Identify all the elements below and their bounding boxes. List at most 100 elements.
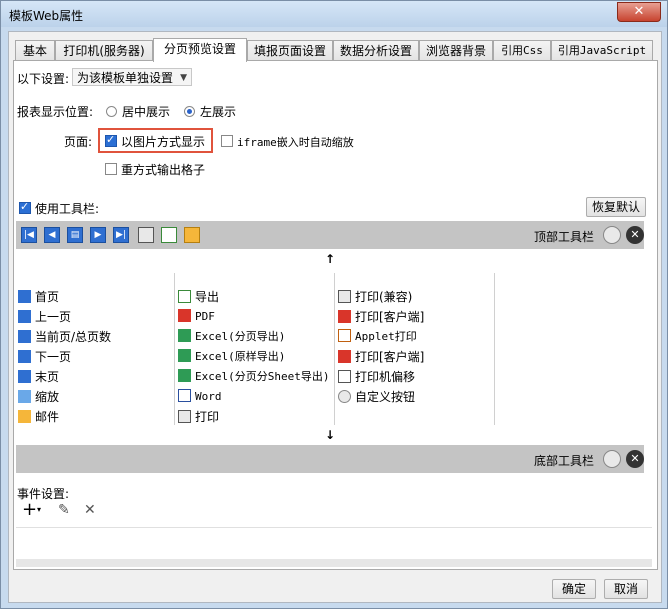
add-menu-caret[interactable]: ▾ <box>37 505 41 514</box>
tab-css[interactable]: 引用Css <box>493 40 551 61</box>
move-up-arrow[interactable]: ↑ <box>16 252 644 266</box>
ok-button[interactable]: 确定 <box>552 579 596 599</box>
pdf-icon <box>178 309 191 322</box>
dialog-body: 基本 打印机(服务器) 分页预览设置 填报页面设置 数据分析设置 浏览器背景 引… <box>8 31 662 603</box>
tab-fill-page[interactable]: 填报页面设置 <box>247 40 333 61</box>
list-item[interactable]: 上一页 <box>18 307 71 327</box>
last-page-icon[interactable]: ▶| <box>113 227 129 243</box>
list-item[interactable]: 打印[客户端] <box>338 347 424 367</box>
print-icon <box>178 410 191 423</box>
edit-event-button[interactable]: ✎ <box>58 502 70 518</box>
list-item[interactable]: 打印 <box>178 407 219 427</box>
excel-icon <box>178 329 191 342</box>
next-page-icon <box>18 350 31 363</box>
pdf-print-icon <box>338 350 351 363</box>
list-item[interactable]: Excel(原样导出) <box>178 347 285 367</box>
java-icon <box>338 329 351 342</box>
tab-panel: 以下设置: 为该模板单独设置 ▼ 报表显示位置: 居中展示 左展示 页面: 以图… <box>13 60 658 570</box>
dialog-window: 模板Web属性 ✕ 基本 打印机(服务器) 分页预览设置 填报页面设置 数据分析… <box>0 0 668 609</box>
iframe-zoom-label: iframe嵌入时自动缩放 <box>237 136 354 149</box>
move-down-arrow[interactable]: ↓ <box>16 428 644 442</box>
bottom-toolbar-label: 底部工具栏 <box>534 454 595 468</box>
list-item[interactable]: 当前页/总页数 <box>18 327 111 347</box>
client-print-icon <box>338 310 351 323</box>
radio-left-label: 左展示 <box>200 105 237 119</box>
horizontal-scrollbar[interactable] <box>16 559 652 567</box>
tab-javascript[interactable]: 引用JavaScript <box>551 40 653 61</box>
list-item[interactable]: 末页 <box>18 367 59 387</box>
radio-center-label: 居中展示 <box>122 105 171 119</box>
tab-printer-server[interactable]: 打印机(服务器) <box>55 40 153 61</box>
tab-browser-background[interactable]: 浏览器背景 <box>419 40 493 61</box>
print-icon[interactable] <box>138 227 154 243</box>
list-item[interactable]: 自定义按钮 <box>338 387 415 407</box>
top-toolbar-label: 顶部工具栏 <box>534 230 595 244</box>
radio-left[interactable] <box>184 106 195 117</box>
list-item[interactable]: Word <box>178 387 222 407</box>
bottom-toolbar: 底部工具栏 ✕ <box>16 445 644 473</box>
first-page-icon[interactable]: |◀ <box>21 227 37 243</box>
prev-page-icon <box>18 310 31 323</box>
tab-page-preview[interactable]: 分页预览设置 <box>153 38 247 62</box>
mail-icon <box>18 410 31 423</box>
grid-output-checkbox[interactable] <box>105 163 117 175</box>
top-toolbar: |◀ ◀ ▤ ▶ ▶| 顶部工具栏 ✕ <box>16 221 644 249</box>
image-mode-label: 以图片方式显示 <box>121 135 206 149</box>
add-event-button[interactable]: + <box>22 499 37 520</box>
excel-icon <box>178 349 191 362</box>
list-item[interactable]: 打印机偏移 <box>338 367 415 387</box>
list-item[interactable]: 下一页 <box>18 347 71 367</box>
zoom-icon <box>18 390 31 403</box>
gear-icon[interactable] <box>603 450 621 468</box>
print-icon <box>338 290 351 303</box>
window-title: 模板Web属性 <box>9 9 84 23</box>
close-button[interactable]: ✕ <box>617 2 661 22</box>
scope-label: 以下设置: <box>17 72 70 86</box>
restore-default-button[interactable]: 恢复默认 <box>586 197 646 217</box>
list-item[interactable]: 首页 <box>18 287 59 307</box>
list-item[interactable]: 缩放 <box>18 387 59 407</box>
gear-icon <box>338 390 351 403</box>
list-item[interactable]: PDF <box>178 307 215 327</box>
list-item[interactable]: Excel(分页分Sheet导出) <box>178 367 329 387</box>
list-item[interactable]: 导出 <box>178 287 219 307</box>
page-label: 页面: <box>64 135 93 149</box>
iframe-zoom-checkbox[interactable] <box>221 135 233 147</box>
column-divider <box>494 273 495 425</box>
position-label: 报表显示位置: <box>17 105 94 119</box>
scope-value: 为该模板单独设置 <box>77 71 174 85</box>
prev-page-icon[interactable]: ◀ <box>44 227 60 243</box>
tab-strip: 基本 打印机(服务器) 分页预览设置 填报页面设置 数据分析设置 浏览器背景 引… <box>15 38 655 62</box>
chevron-down-icon: ▼ <box>180 73 187 83</box>
page-count-icon[interactable]: ▤ <box>67 227 83 243</box>
list-item[interactable]: 邮件 <box>18 407 59 427</box>
move-icon <box>338 370 351 383</box>
first-page-icon <box>18 290 31 303</box>
list-item[interactable]: Applet打印 <box>338 327 417 347</box>
tab-data-analysis[interactable]: 数据分析设置 <box>333 40 419 61</box>
scope-select[interactable]: 为该模板单独设置 ▼ <box>72 68 192 86</box>
page-count-icon <box>18 330 31 343</box>
title-bar: 模板Web属性 ✕ <box>1 1 667 27</box>
clear-icon[interactable]: ✕ <box>626 450 644 468</box>
radio-center[interactable] <box>106 106 117 117</box>
mail-icon[interactable] <box>184 227 200 243</box>
list-item[interactable]: 打印[客户端] <box>338 307 424 327</box>
tab-basic[interactable]: 基本 <box>15 40 55 61</box>
clear-icon[interactable]: ✕ <box>626 226 644 244</box>
gear-icon[interactable] <box>603 226 621 244</box>
image-mode-checkbox[interactable] <box>105 133 117 147</box>
delete-event-button[interactable]: ✕ <box>84 502 96 518</box>
next-page-icon[interactable]: ▶ <box>90 227 106 243</box>
column-divider <box>174 273 175 425</box>
list-item[interactable]: Excel(分页导出) <box>178 327 285 347</box>
cancel-button[interactable]: 取消 <box>604 579 648 599</box>
list-item[interactable]: 打印(兼容) <box>338 287 412 307</box>
export-icon <box>178 290 191 303</box>
last-page-icon <box>18 370 31 383</box>
excel-icon <box>178 369 191 382</box>
word-icon <box>178 389 191 402</box>
use-toolbar-checkbox[interactable] <box>19 200 31 214</box>
use-toolbar-label: 使用工具栏: <box>35 202 100 216</box>
export-icon[interactable] <box>161 227 177 243</box>
